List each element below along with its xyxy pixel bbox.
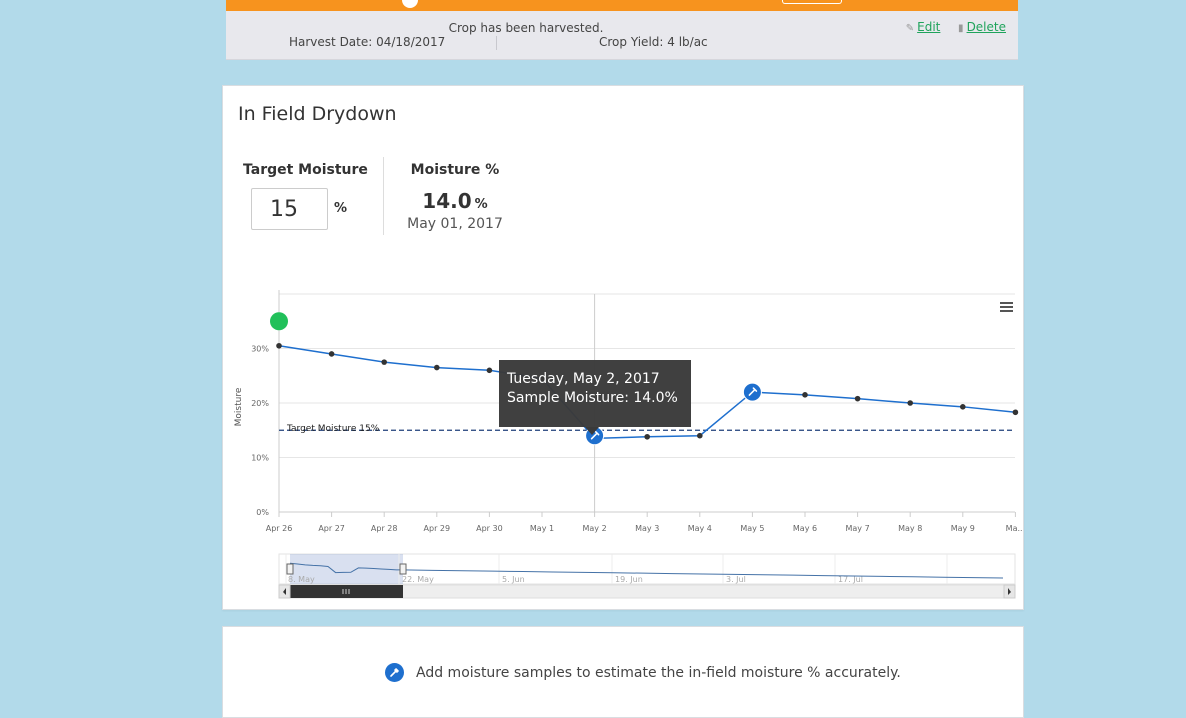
info-text: Add moisture samples to estimate the in-… (416, 664, 901, 681)
drydown-chart[interactable]: Apr 26 Apr 27 Apr 28 Apr 29 Apr 30 May 1 May 2… (223, 86, 1023, 609)
navigator-label: 3. Jul (726, 575, 746, 584)
data-point (328, 351, 335, 357)
x-tick-label: May 7 (846, 524, 870, 533)
x-tick-label: Apr 26 (266, 524, 293, 533)
hamburger-menu-icon[interactable] (1000, 302, 1013, 312)
tooltip: Tuesday, May 2, 2017 Sample Moisture: 14… (499, 360, 691, 435)
info-row: Add moisture samples to estimate the in-… (385, 663, 901, 682)
x-tick-label: Apr 30 (476, 524, 503, 533)
drydown-card: In Field Drydown Target Moisture % Moist… (222, 85, 1024, 610)
harvest-actions: ✎ Edit ▮ Delete (906, 20, 1006, 34)
crop-yield: Crop Yield: 4 lb/ac (599, 35, 708, 49)
x-tick-label: May 4 (688, 524, 712, 533)
navigator-handle (399, 563, 407, 575)
tooltip-line2: Sample Moisture: 14.0% (507, 390, 678, 406)
x-tick-label: May 6 (793, 524, 817, 533)
data-point (486, 367, 493, 374)
data-point (907, 400, 913, 406)
navigator-handle-box (286, 563, 294, 575)
status-dot-icon (402, 0, 418, 8)
x-tick-label: Apr 29 (424, 524, 451, 533)
x-tick-label: Apr 28 (371, 524, 398, 533)
data-point (960, 404, 966, 410)
data-point (854, 395, 861, 402)
navigator-label: 19. Jun (615, 575, 643, 584)
trash-icon: ▮ (958, 23, 964, 34)
x-tick-label: May 8 (898, 524, 922, 533)
x-tick-label: May 1 (530, 524, 554, 533)
divider (496, 36, 497, 50)
navigator-handle-box (399, 563, 407, 575)
harvest-message: Crop has been harvested. (448, 21, 604, 35)
data-point (644, 433, 650, 440)
x-tick-label: May 3 (635, 524, 659, 533)
data-point (276, 342, 282, 349)
harvest-date: Harvest Date: 04/18/2017 (289, 35, 446, 49)
y-tick-label: 20% (251, 399, 269, 408)
x-tick-label: Ma... (1006, 524, 1023, 533)
dropper-icon (385, 663, 404, 682)
y-tick-label: 10% (251, 454, 269, 463)
harvest-panel: Crop has been harvested. Harvest Date: 0… (226, 11, 1018, 60)
y-axis-label: Moisture (234, 387, 244, 426)
navigator-handle (286, 563, 294, 575)
y-axis: 0% 10% 20% 30% (251, 345, 269, 518)
delete-link[interactable]: Delete (967, 20, 1006, 34)
x-tick-label: May 5 (740, 524, 764, 533)
data-point (381, 359, 387, 365)
data-point (697, 432, 703, 439)
navigator-label: 8. May (288, 575, 315, 584)
x-axis: Apr 26 Apr 27 Apr 28 Apr 29 Apr 30 May 1 May 2… (266, 512, 1023, 533)
info-card: Add moisture samples to estimate the in-… (222, 626, 1024, 718)
status-bar (226, 0, 1018, 11)
sample-marker (742, 382, 762, 402)
chart-navigator[interactable]: 8. May 22. May 5. Jun 19. Jun 3. Jul 17. Jul (278, 553, 1016, 599)
pencil-icon: ✎ (905, 23, 915, 34)
x-tick-label: Apr 27 (318, 524, 345, 533)
harvest-marker (270, 312, 288, 331)
x-tick-label: May 9 (951, 524, 975, 533)
y-tick-label: 0% (256, 508, 269, 517)
edit-link[interactable]: Edit (917, 20, 940, 34)
data-point (1012, 409, 1019, 416)
navigator-label: 22. May (402, 575, 434, 584)
target-line-label: Target Moisture 15% (286, 424, 380, 434)
navigator-label: 5. Jun (502, 575, 525, 584)
x-tick-label: May 2 (583, 524, 607, 533)
status-action-button[interactable] (782, 0, 842, 4)
data-point (434, 364, 440, 371)
y-tick-label: 30% (251, 345, 269, 354)
data-point (802, 392, 808, 398)
tooltip-line1: Tuesday, May 2, 2017 (506, 371, 660, 387)
